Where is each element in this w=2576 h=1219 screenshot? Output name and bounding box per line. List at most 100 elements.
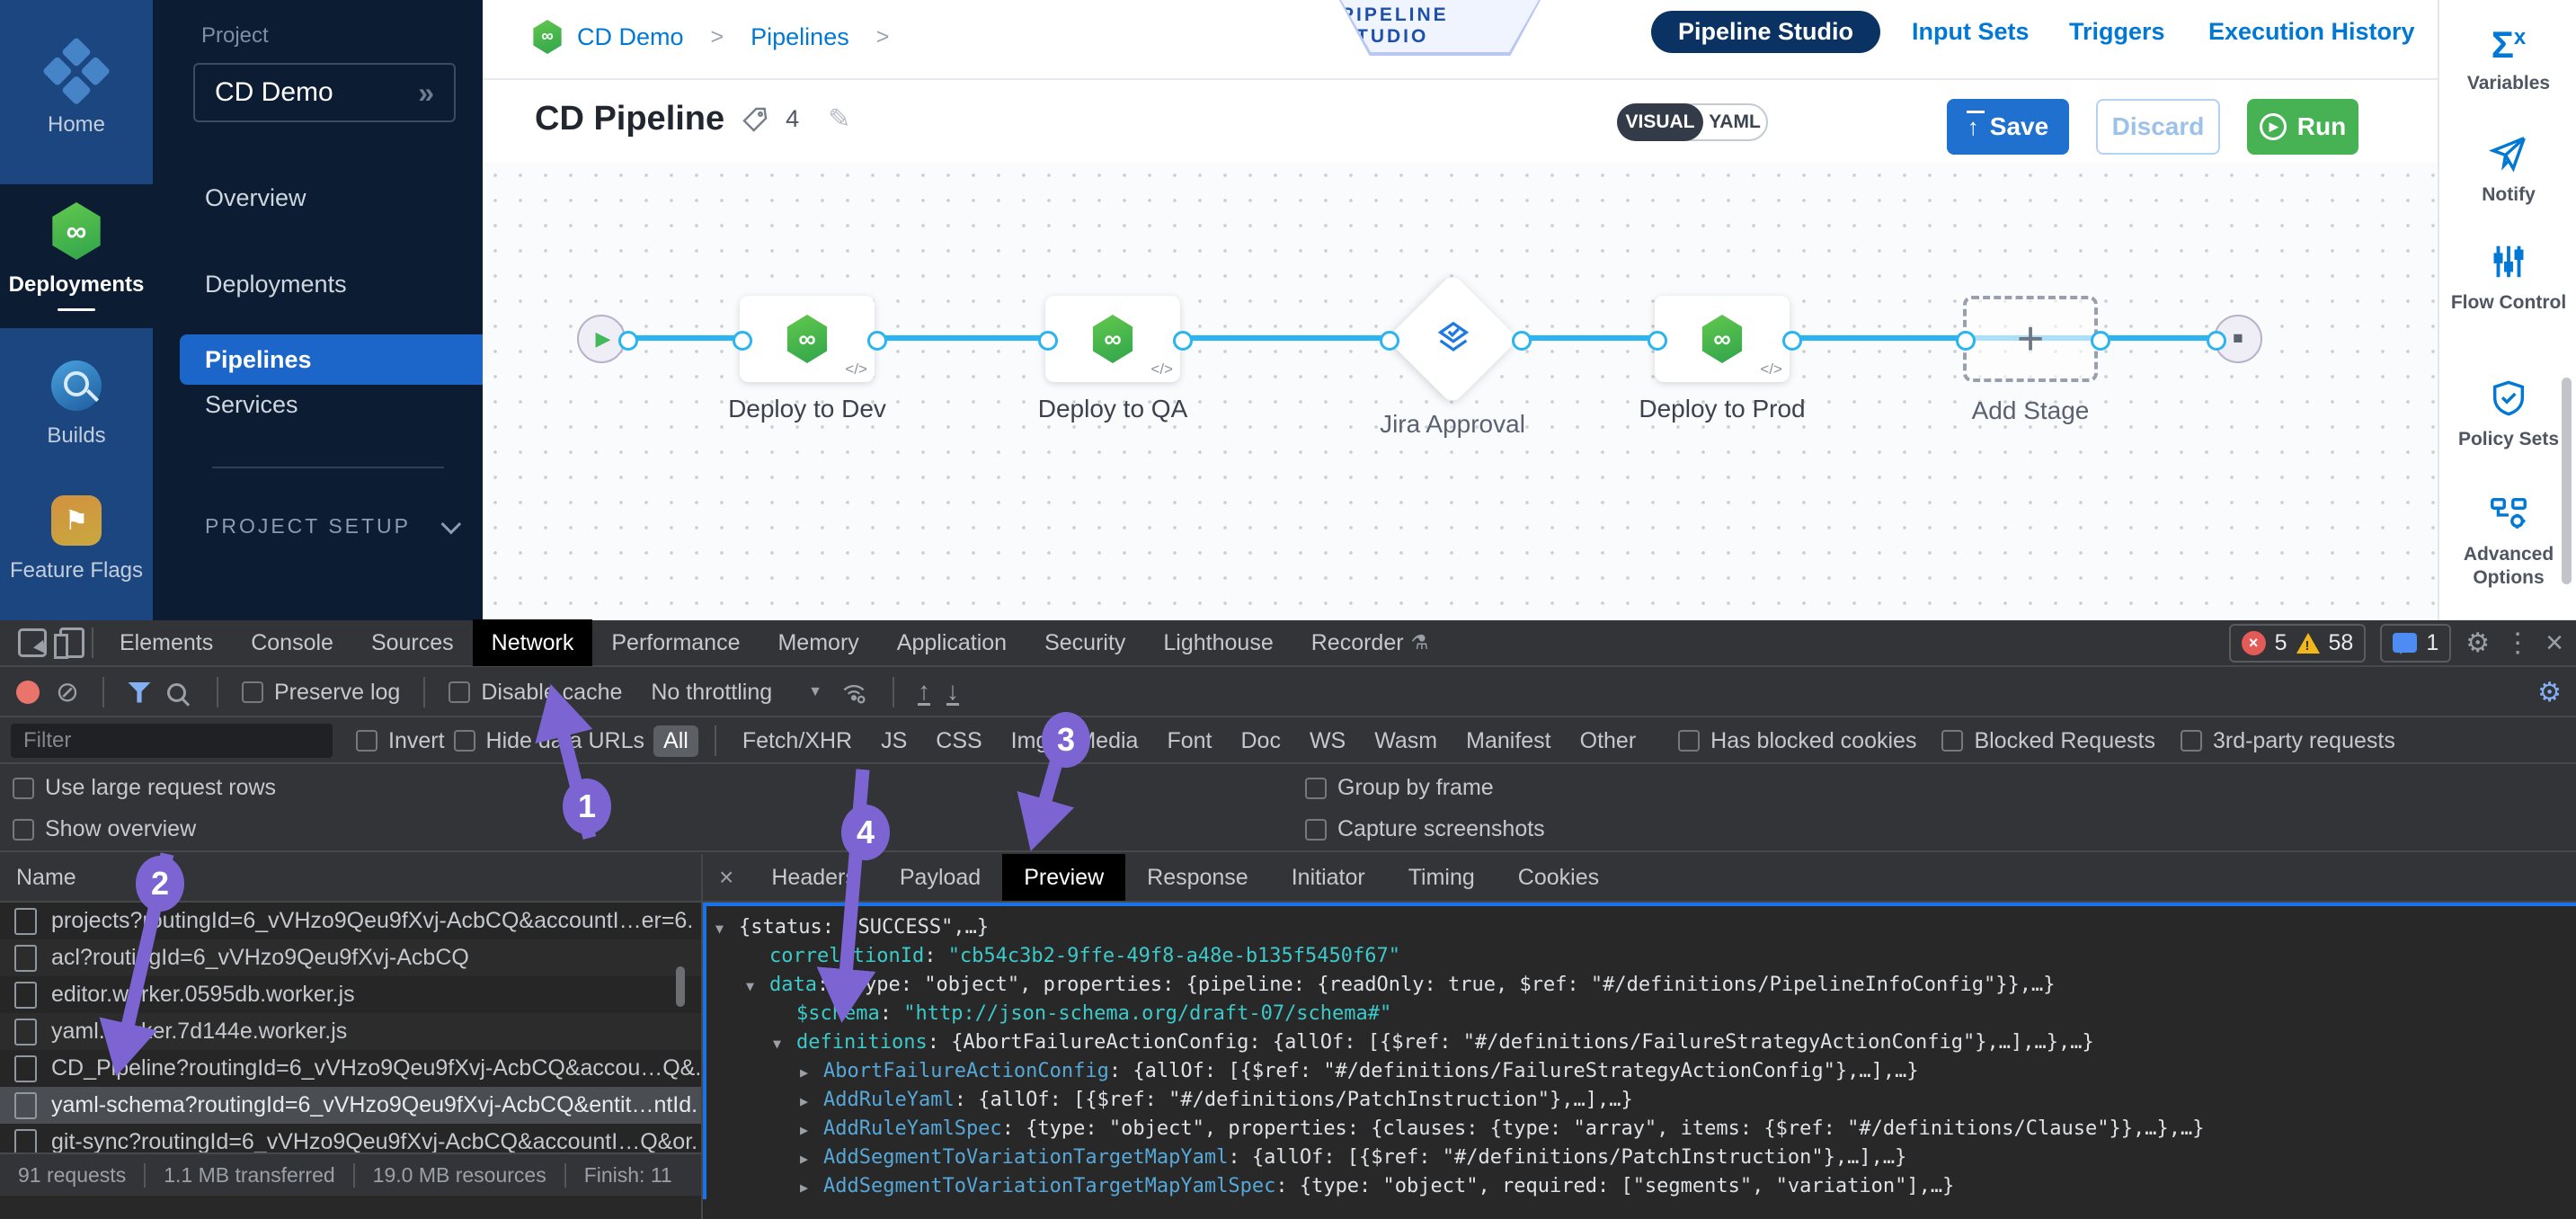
network-conditions-icon[interactable] (839, 679, 869, 706)
project-menu-deployments[interactable]: Deployments (153, 259, 483, 309)
kebab-menu-icon[interactable]: ⋮ (2504, 627, 2531, 659)
add-stage-button[interactable]: + (1963, 296, 2098, 382)
visual-yaml-toggle[interactable]: VISUAL YAML (1617, 103, 1768, 141)
devtools-tab-recorder[interactable]: Recorder ⚗ (1292, 619, 1448, 666)
connector-dot[interactable] (2091, 331, 2110, 351)
clear-network-log-icon[interactable]: ⊘ (56, 681, 79, 704)
filter-icon[interactable] (128, 682, 151, 703)
import-har-icon[interactable]: ↑ (918, 680, 930, 706)
tab-triggers[interactable]: Triggers (2069, 18, 2165, 46)
filter-type-css[interactable]: CSS (926, 725, 991, 757)
throttling-dropdown[interactable]: No throttling ▼ (651, 680, 822, 706)
blocked-requests-checkbox[interactable]: Blocked Requests (1941, 728, 2155, 754)
request-row[interactable]: acl?routingId=6_vVHzo9Qeu9fXvj-AcbCQ (0, 939, 701, 976)
json-line[interactable]: ▶AddRuleYaml: {allOf: [{$ref: "#/definit… (706, 1086, 2576, 1115)
json-line[interactable]: ▶AbortFailureActionConfig: {allOf: [{$re… (706, 1057, 2576, 1086)
issues-badge[interactable]: 1 (2380, 624, 2451, 663)
filter-type-ws[interactable]: WS (1300, 725, 1355, 757)
code-icon[interactable]: </> (845, 360, 867, 378)
json-line[interactable]: ▶AddSegmentToVariationTargetMapYaml: {al… (706, 1143, 2576, 1172)
code-icon[interactable]: </> (1760, 360, 1782, 378)
connector-dot[interactable] (733, 331, 752, 351)
network-settings-gear-icon[interactable]: ⚙ (2537, 677, 2562, 708)
checkbox[interactable] (1678, 730, 1700, 752)
filter-type-doc[interactable]: Doc (1230, 725, 1290, 757)
json-line[interactable]: ▼definitions: {AbortFailureActionConfig:… (706, 1028, 2576, 1057)
devtools-tab-application[interactable]: Application (878, 619, 1026, 666)
edit-pencil-icon[interactable]: ✎ (828, 103, 850, 135)
stage-deploy-to-prod[interactable]: ∞ </> (1655, 296, 1790, 382)
request-row[interactable]: editor.worker.0595db.worker.js (0, 976, 701, 1013)
json-line[interactable]: ▶AddRuleYamlSpec: {type: "object", prope… (706, 1115, 2576, 1143)
json-line[interactable]: correlationId: "cb54c3b2-9ffe-49f8-a48e-… (706, 942, 2576, 971)
request-name-column-header[interactable]: Name (0, 854, 701, 903)
checkbox[interactable] (13, 819, 34, 841)
devtools-tab-lighthouse[interactable]: Lighthouse (1144, 619, 1292, 666)
sidebar-item-home[interactable]: Home (0, 0, 153, 184)
rail-item-flow-control[interactable]: Flow Control (2439, 241, 2576, 315)
tab-input-sets[interactable]: Input Sets (1912, 18, 2030, 46)
connector-dot[interactable] (1956, 331, 1976, 351)
request-row-selected[interactable]: yaml-schema?routingId=6_vVHzo9Qeu9fXvj-A… (0, 1087, 701, 1124)
devtools-tab-performance[interactable]: Performance (592, 619, 759, 666)
rail-item-advanced-options[interactable]: Advanced Options (2439, 493, 2576, 590)
devtools-tab-security[interactable]: Security (1026, 619, 1144, 666)
toggle-yaml[interactable]: YAML (1703, 105, 1766, 139)
checkbox[interactable] (1305, 819, 1327, 841)
rail-item-variables[interactable]: Σx Variables (2439, 20, 2576, 95)
sidebar-item-deployments[interactable]: ∞ Deployments (0, 202, 153, 328)
devtools-tab-console[interactable]: Console (232, 619, 352, 666)
json-line[interactable]: ▼data: {type: "object", properties: {pip… (706, 971, 2576, 1000)
tab-pipeline-studio[interactable]: Pipeline Studio (1651, 11, 1880, 53)
preserve-log-checkbox[interactable]: Preserve log (242, 680, 400, 706)
filter-type-other[interactable]: Other (1570, 725, 1647, 757)
devtools-tab-memory[interactable]: Memory (759, 619, 877, 666)
close-detail-icon[interactable]: × (703, 863, 750, 892)
checkbox[interactable] (13, 778, 34, 799)
search-icon[interactable] (167, 683, 186, 702)
checkbox[interactable] (356, 730, 378, 752)
rail-item-policy-sets[interactable]: Policy Sets (2439, 378, 2576, 451)
console-error-warning-badge[interactable]: × 5 ! 58 (2229, 624, 2367, 663)
filter-type-wasm[interactable]: Wasm (1364, 725, 1447, 757)
filter-type-all[interactable]: All (653, 725, 698, 757)
devtools-tab-elements[interactable]: Elements (101, 619, 232, 666)
third-party-requests-checkbox[interactable]: 3rd-party requests (2181, 728, 2395, 754)
devtools-tab-sources[interactable]: Sources (352, 619, 473, 666)
show-overview-checkbox[interactable]: Show overview (13, 816, 196, 842)
disable-cache-checkbox[interactable]: Disable cache (449, 680, 622, 706)
detail-tab-timing[interactable]: Timing (1387, 854, 1497, 901)
checkbox[interactable] (2181, 730, 2202, 752)
connector-dot[interactable] (618, 331, 638, 351)
use-large-request-rows-checkbox[interactable]: Use large request rows (13, 775, 276, 801)
detail-tab-preview[interactable]: Preview (1002, 854, 1125, 901)
request-row[interactable]: CD_Pipeline?routingId=6_vVHzo9Qeu9fXvj-A… (0, 1050, 701, 1087)
save-button[interactable]: ↑ Save (1947, 99, 2069, 155)
json-preview[interactable]: ▼{status: "SUCCESS",…} correlationId: "c… (703, 903, 2576, 1199)
project-menu-pipelines[interactable]: Pipelines (180, 334, 483, 385)
project-selector[interactable]: CD Demo » (193, 63, 456, 122)
settings-gear-icon[interactable]: ⚙ (2465, 627, 2490, 659)
tab-execution-history[interactable]: Execution History (2208, 18, 2415, 46)
connector-dot[interactable] (1380, 331, 1399, 351)
capture-screenshots-checkbox[interactable]: Capture screenshots (1305, 816, 1545, 842)
group-by-frame-checkbox[interactable]: Group by frame (1305, 775, 1494, 801)
request-row[interactable]: yaml.worker.7d144e.worker.js (0, 1013, 701, 1050)
sidebar-item-builds[interactable]: Builds (47, 360, 105, 449)
network-filter-input[interactable] (11, 724, 333, 758)
connector-dot[interactable] (1173, 331, 1193, 351)
filter-type-js[interactable]: JS (871, 725, 917, 757)
project-menu-overview[interactable]: Overview (153, 173, 483, 223)
json-line[interactable]: ▶AddSegmentToVariationTargetMapYamlSpec:… (706, 1172, 2576, 1199)
filter-type-font[interactable]: Font (1157, 725, 1221, 757)
connector-dot[interactable] (1648, 331, 1667, 351)
page-scrollbar[interactable] (2562, 378, 2572, 584)
checkbox[interactable] (454, 730, 475, 752)
detail-tab-response[interactable]: Response (1125, 854, 1270, 901)
devtools-tab-network[interactable]: Network (473, 619, 593, 666)
pipeline-canvas[interactable]: ▶ ∞ </> Deploy to Dev ∞ </> Deploy to QA… (483, 163, 2438, 620)
record-network-log-icon[interactable] (16, 681, 40, 704)
filter-type-fetch-xhr[interactable]: Fetch/XHR (733, 725, 862, 757)
connector-dot[interactable] (1782, 331, 1802, 351)
stage-deploy-to-dev[interactable]: ∞ </> (740, 296, 875, 382)
